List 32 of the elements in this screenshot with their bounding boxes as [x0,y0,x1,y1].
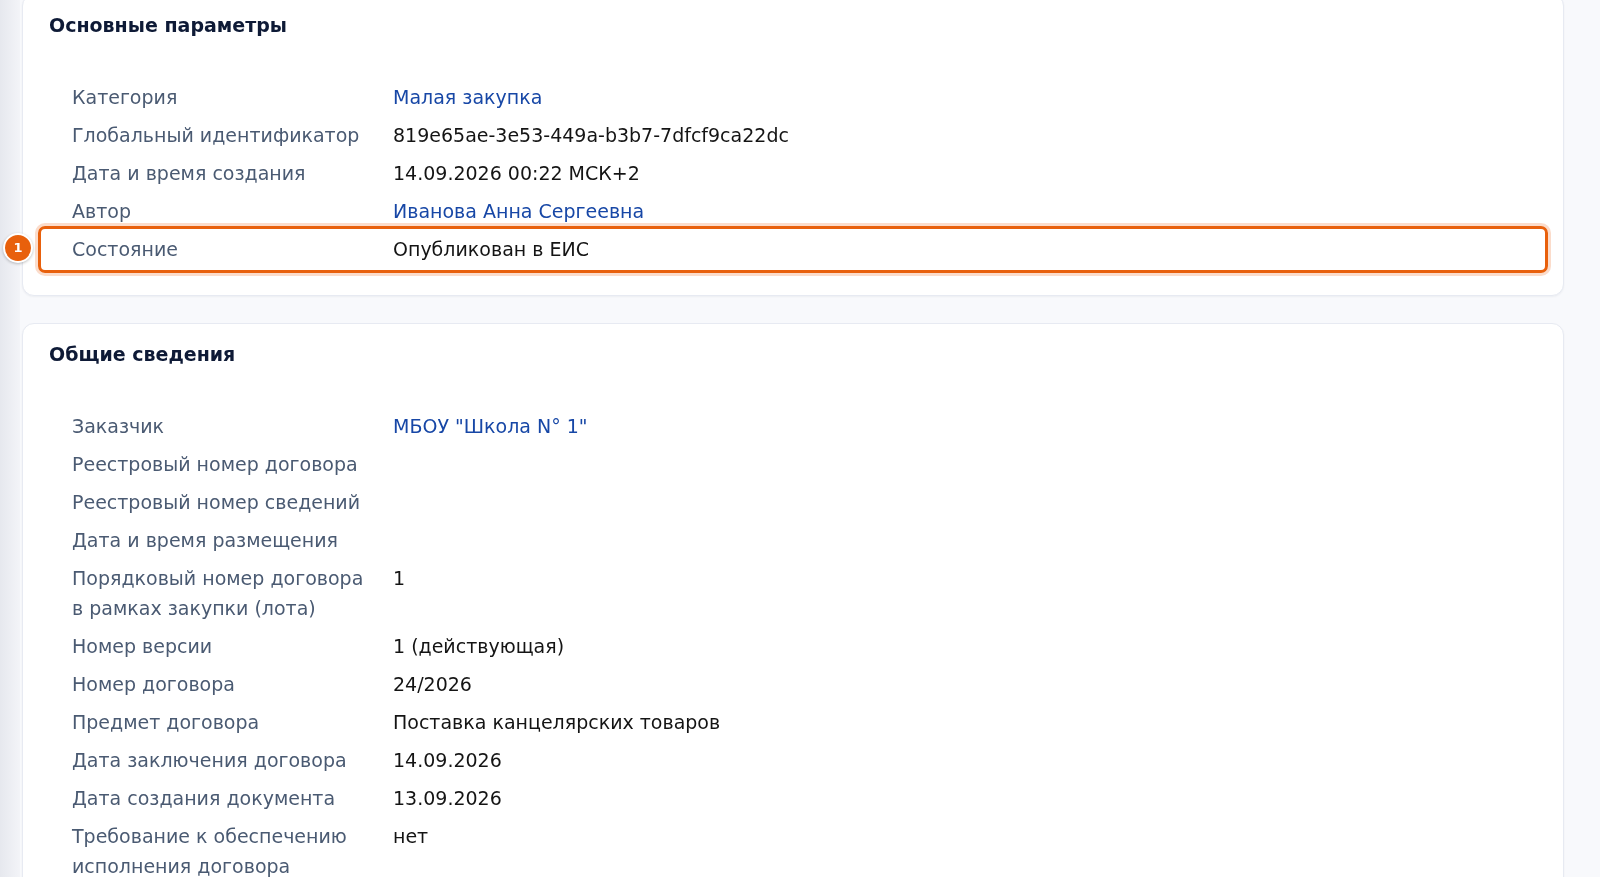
field-label: Порядковый номер договора в рамках закупки (лота) [72,567,364,619]
field-value: 1 (действующая) [393,635,565,657]
field-value: Поставка канцелярских товаров [393,711,721,733]
field-label: Состояние [72,238,178,260]
field-label: Номер договора [72,673,235,695]
field-label: Требование к обеспечению исполнения договора [72,825,347,877]
field-value: 1 [393,567,406,589]
section-title: Общие сведения [49,342,237,366]
field-label: Дата создания документа [72,787,336,809]
field-label: Дата и время размещения [72,529,338,551]
field-label: Автор [72,200,131,222]
field-value: 13.09.2026 [393,787,502,809]
field-label: Дата заключения договора [72,749,347,771]
field-value: Опубликован в ЕИС [393,238,589,260]
value-link[interactable]: Иванова Анна Сергеевна [393,200,645,222]
step-badge: 1 [3,233,33,263]
field-value: 14.09.2026 [393,749,502,771]
field-label: Дата и время создания [72,162,306,184]
field-label: Предмет договора [72,711,260,733]
field-label: Заказчик [72,415,165,437]
field-label: Реестровый номер сведений [72,491,361,513]
field-label: Номер версии [72,635,213,657]
value-link[interactable]: МБОУ "Школа N° 1" [393,415,588,437]
field-label: Реестровый номер договора [72,453,358,475]
field-value: 24/2026 [393,673,472,695]
field-value: 819e65ae-3e53-449a-b3b7-7dfcf9ca22dc [393,124,789,146]
field-label: Категория [72,86,178,108]
section-title: Основные параметры [49,13,288,37]
field-label: Глобальный идентификатор [72,124,360,146]
field-value: 14.09.2026 00:22 МСК+2 [393,162,640,184]
field-value: нет [393,825,429,847]
value-link[interactable]: Малая закупка [393,86,543,108]
